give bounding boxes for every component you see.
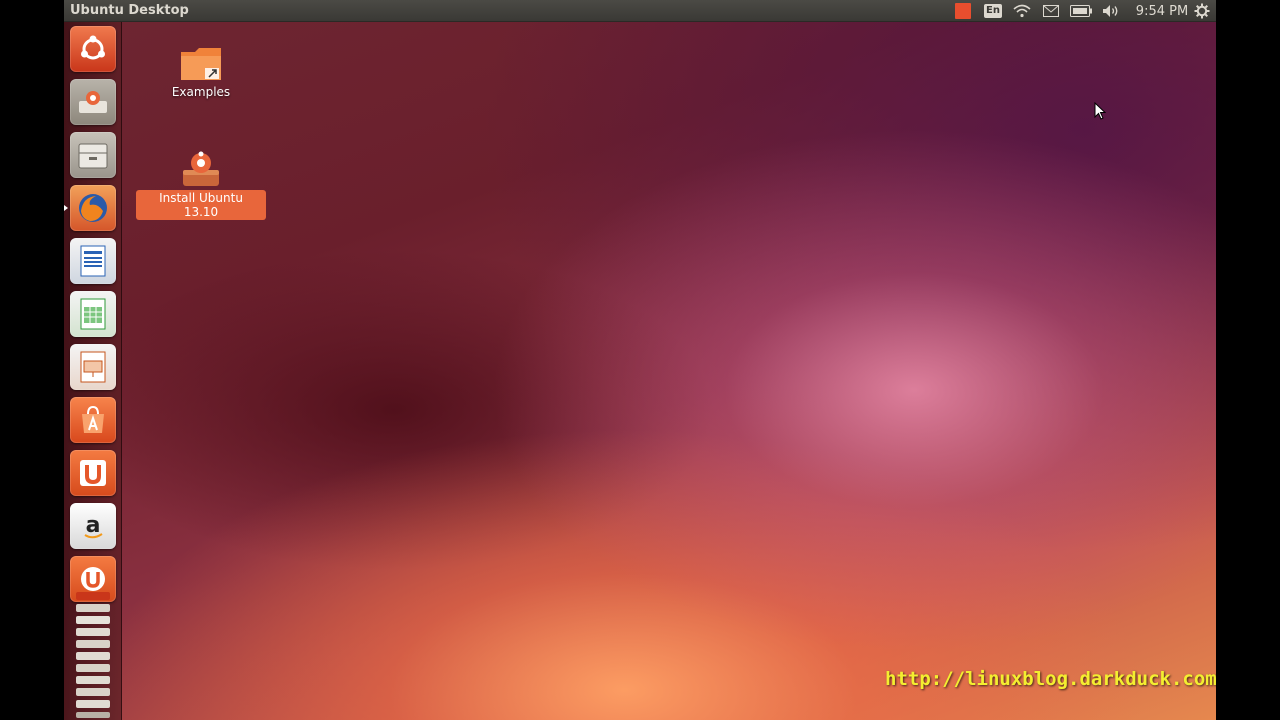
file-cabinet-icon [78, 143, 108, 169]
desktop-icon-examples[interactable]: Examples [159, 44, 243, 100]
window-title: Ubuntu Desktop [70, 3, 189, 18]
stacked-tiles-icon [76, 592, 110, 718]
desktop-icon-install-ubuntu[interactable]: Install Ubuntu 13.10 [136, 148, 266, 220]
installer-icon [79, 91, 107, 113]
impress-icon [80, 351, 106, 383]
ubuntu-one-icon [80, 460, 106, 486]
desktop-icon-label: Install Ubuntu 13.10 [136, 190, 266, 220]
battery-icon[interactable] [1069, 3, 1093, 19]
clock[interactable]: 9:54 PM [1132, 3, 1192, 19]
keyboard-layout-label: En [984, 4, 1002, 18]
amazon-icon: a [84, 513, 103, 539]
mail-icon[interactable] [1041, 3, 1061, 19]
notification-square-icon[interactable] [954, 3, 972, 19]
ubuntu-desktop-screen: Ubuntu Desktop En 9:54 PM a Examples Ins… [64, 0, 1216, 720]
launcher-libreoffice-impress[interactable] [70, 344, 116, 390]
watermark-url: http://linuxblog.darkduck.com [885, 668, 1217, 690]
desktop-icon-label: Examples [171, 85, 231, 99]
launcher-dash-home[interactable] [70, 26, 116, 72]
keyboard-layout-indicator[interactable]: En [984, 3, 1002, 19]
volume-icon[interactable] [1101, 3, 1121, 19]
launcher-software-center[interactable] [70, 397, 116, 443]
top-panel: Ubuntu Desktop En 9:54 PM [64, 0, 1216, 22]
folder-link-icon [181, 48, 221, 80]
mouse-cursor-icon [1094, 102, 1106, 120]
launcher-libreoffice-writer[interactable] [70, 238, 116, 284]
launcher-libreoffice-calc[interactable] [70, 291, 116, 337]
wifi-icon[interactable] [1012, 3, 1032, 19]
launcher-ubuntu-one[interactable] [70, 450, 116, 496]
firefox-icon [79, 194, 107, 222]
launcher-workspace-stack[interactable] [72, 590, 114, 720]
launcher-firefox[interactable] [70, 185, 116, 231]
writer-icon [80, 245, 106, 277]
launcher-files[interactable] [70, 132, 116, 178]
software-center-icon [82, 405, 104, 433]
gear-icon[interactable] [1193, 3, 1211, 19]
launcher: a [64, 22, 122, 720]
ubuntu-logo-icon [81, 35, 105, 60]
calc-icon [80, 298, 106, 330]
svg-text:a: a [86, 513, 101, 538]
installer-icon [183, 151, 219, 186]
launcher-install-ubuntu[interactable] [70, 79, 116, 125]
launcher-amazon[interactable]: a [70, 503, 116, 549]
active-app-indicator [64, 205, 68, 211]
